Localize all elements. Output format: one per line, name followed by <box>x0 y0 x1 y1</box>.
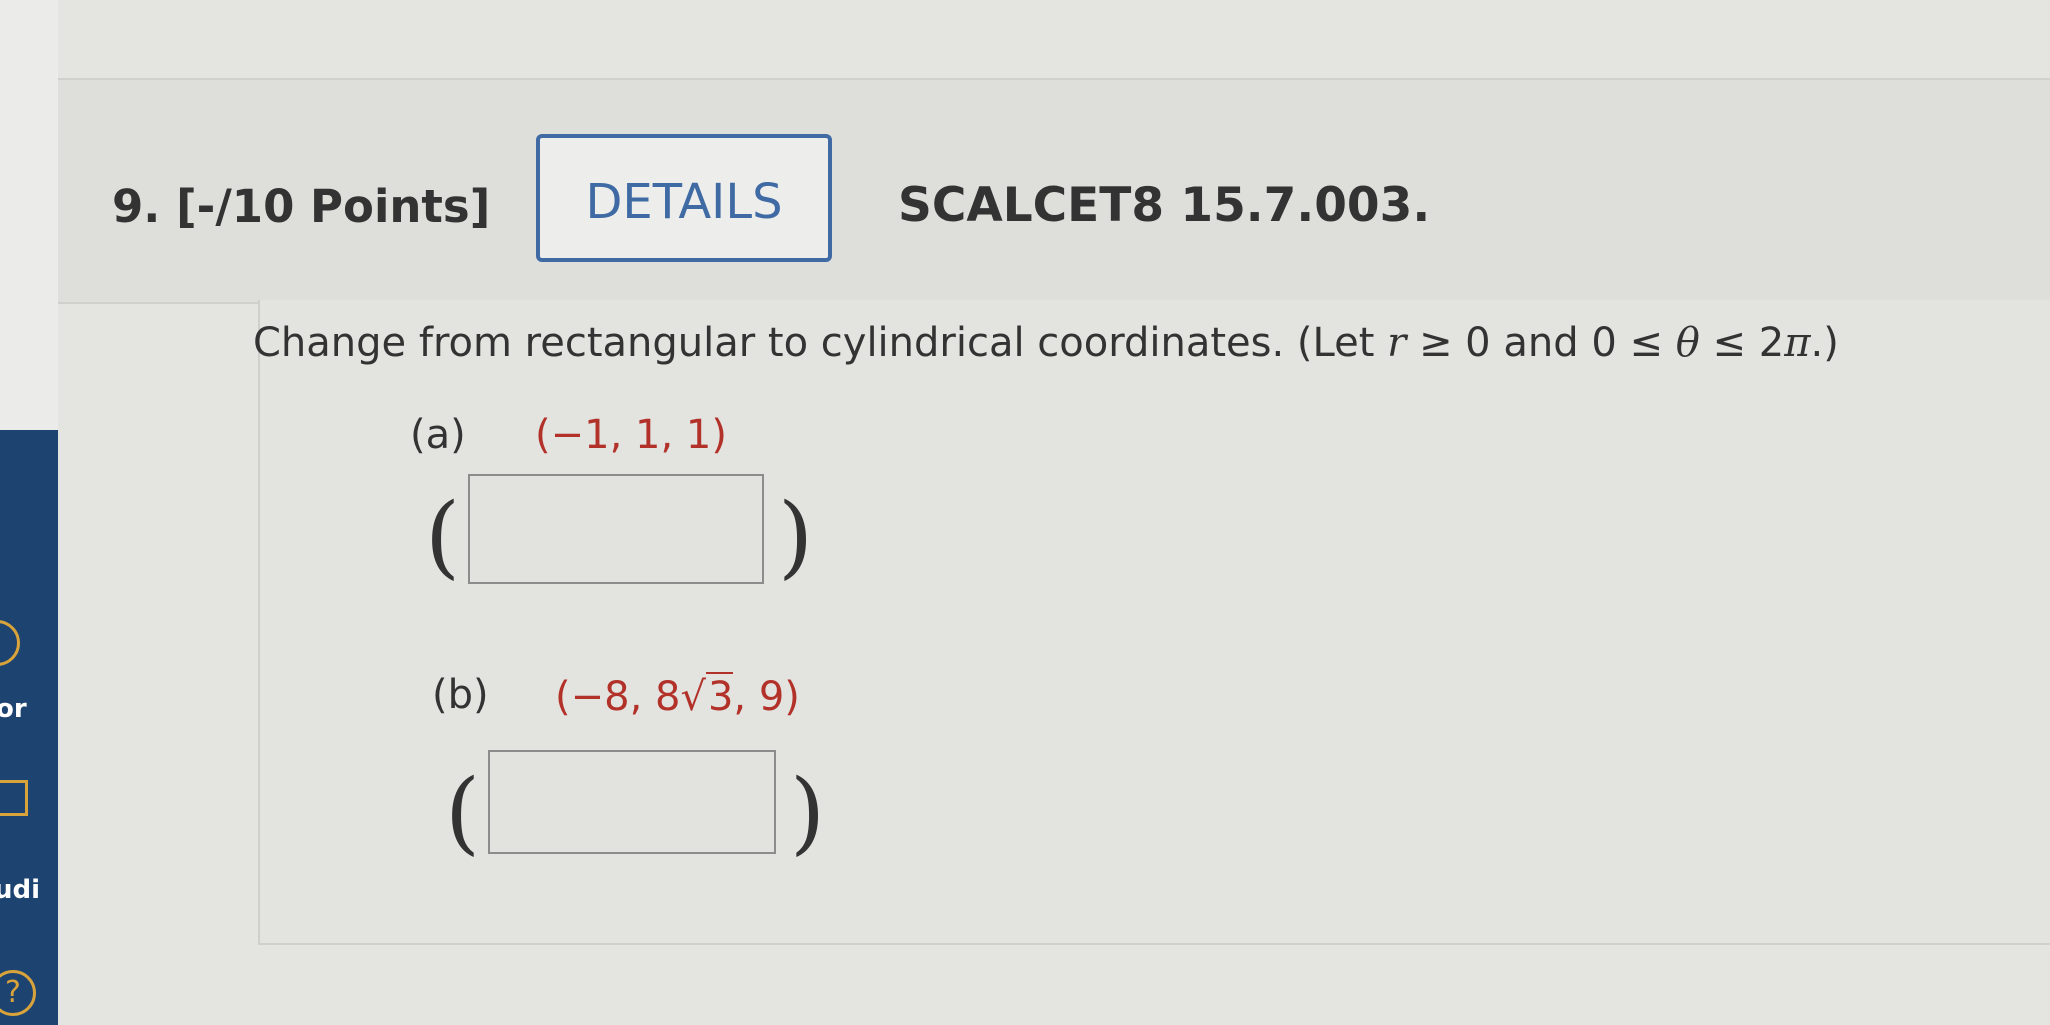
part-a-close-paren: ) <box>778 484 814 589</box>
sidebar-nav: or udi ? <box>0 430 58 1025</box>
part-b-point-suffix: , 9) <box>733 674 800 720</box>
instruction-prefix: Change from rectangular to cylindrical c… <box>253 320 1388 366</box>
instruction-var-theta: θ <box>1675 320 1700 366</box>
instruction-close: .) <box>1810 320 1839 366</box>
instruction-end: ≤ 2 <box>1699 320 1785 366</box>
details-button[interactable]: DETAILS <box>536 134 832 262</box>
part-b-sqrt-radicand: 3 <box>705 672 734 720</box>
instruction-var-r: r <box>1387 320 1407 366</box>
question-index: 9. <box>112 180 161 233</box>
part-a-answer-input[interactable] <box>468 474 764 584</box>
part-b-open-paren: ( <box>445 760 481 865</box>
question-header: 9. [-/10 Points] DETAILS SCALCET8 15.7.0… <box>58 78 2050 304</box>
help-icon[interactable]: ? <box>0 970 36 1016</box>
problem-code: SCALCET8 15.7.003. <box>898 178 1431 233</box>
instruction-var-pi: π <box>1784 320 1811 366</box>
sidebar-item-label[interactable]: udi <box>0 875 52 905</box>
instruction-mid: ≥ 0 and 0 ≤ <box>1406 320 1676 366</box>
question-points: [-/10 Points] <box>176 180 491 233</box>
part-b-answer-input[interactable] <box>488 750 776 854</box>
part-a-label: (a) <box>410 412 466 458</box>
instruction-text: Change from rectangular to cylindrical c… <box>253 320 1839 366</box>
part-b-point: (−8, 8√3, 9) <box>555 672 800 720</box>
part-b-close-paren: ) <box>790 760 826 865</box>
nav-circle-icon[interactable] <box>0 620 20 666</box>
sqrt-symbol: √3 <box>680 672 734 720</box>
cart-icon[interactable] <box>0 780 28 816</box>
part-b-point-prefix: (−8, 8 <box>555 674 681 720</box>
part-a-point: (−1, 1, 1) <box>535 412 727 458</box>
question-number: 9. [-/10 Points] <box>112 180 490 233</box>
part-b-label: (b) <box>432 672 489 718</box>
sidebar-item-label[interactable]: or <box>0 694 54 724</box>
part-a-open-paren: ( <box>425 484 461 589</box>
